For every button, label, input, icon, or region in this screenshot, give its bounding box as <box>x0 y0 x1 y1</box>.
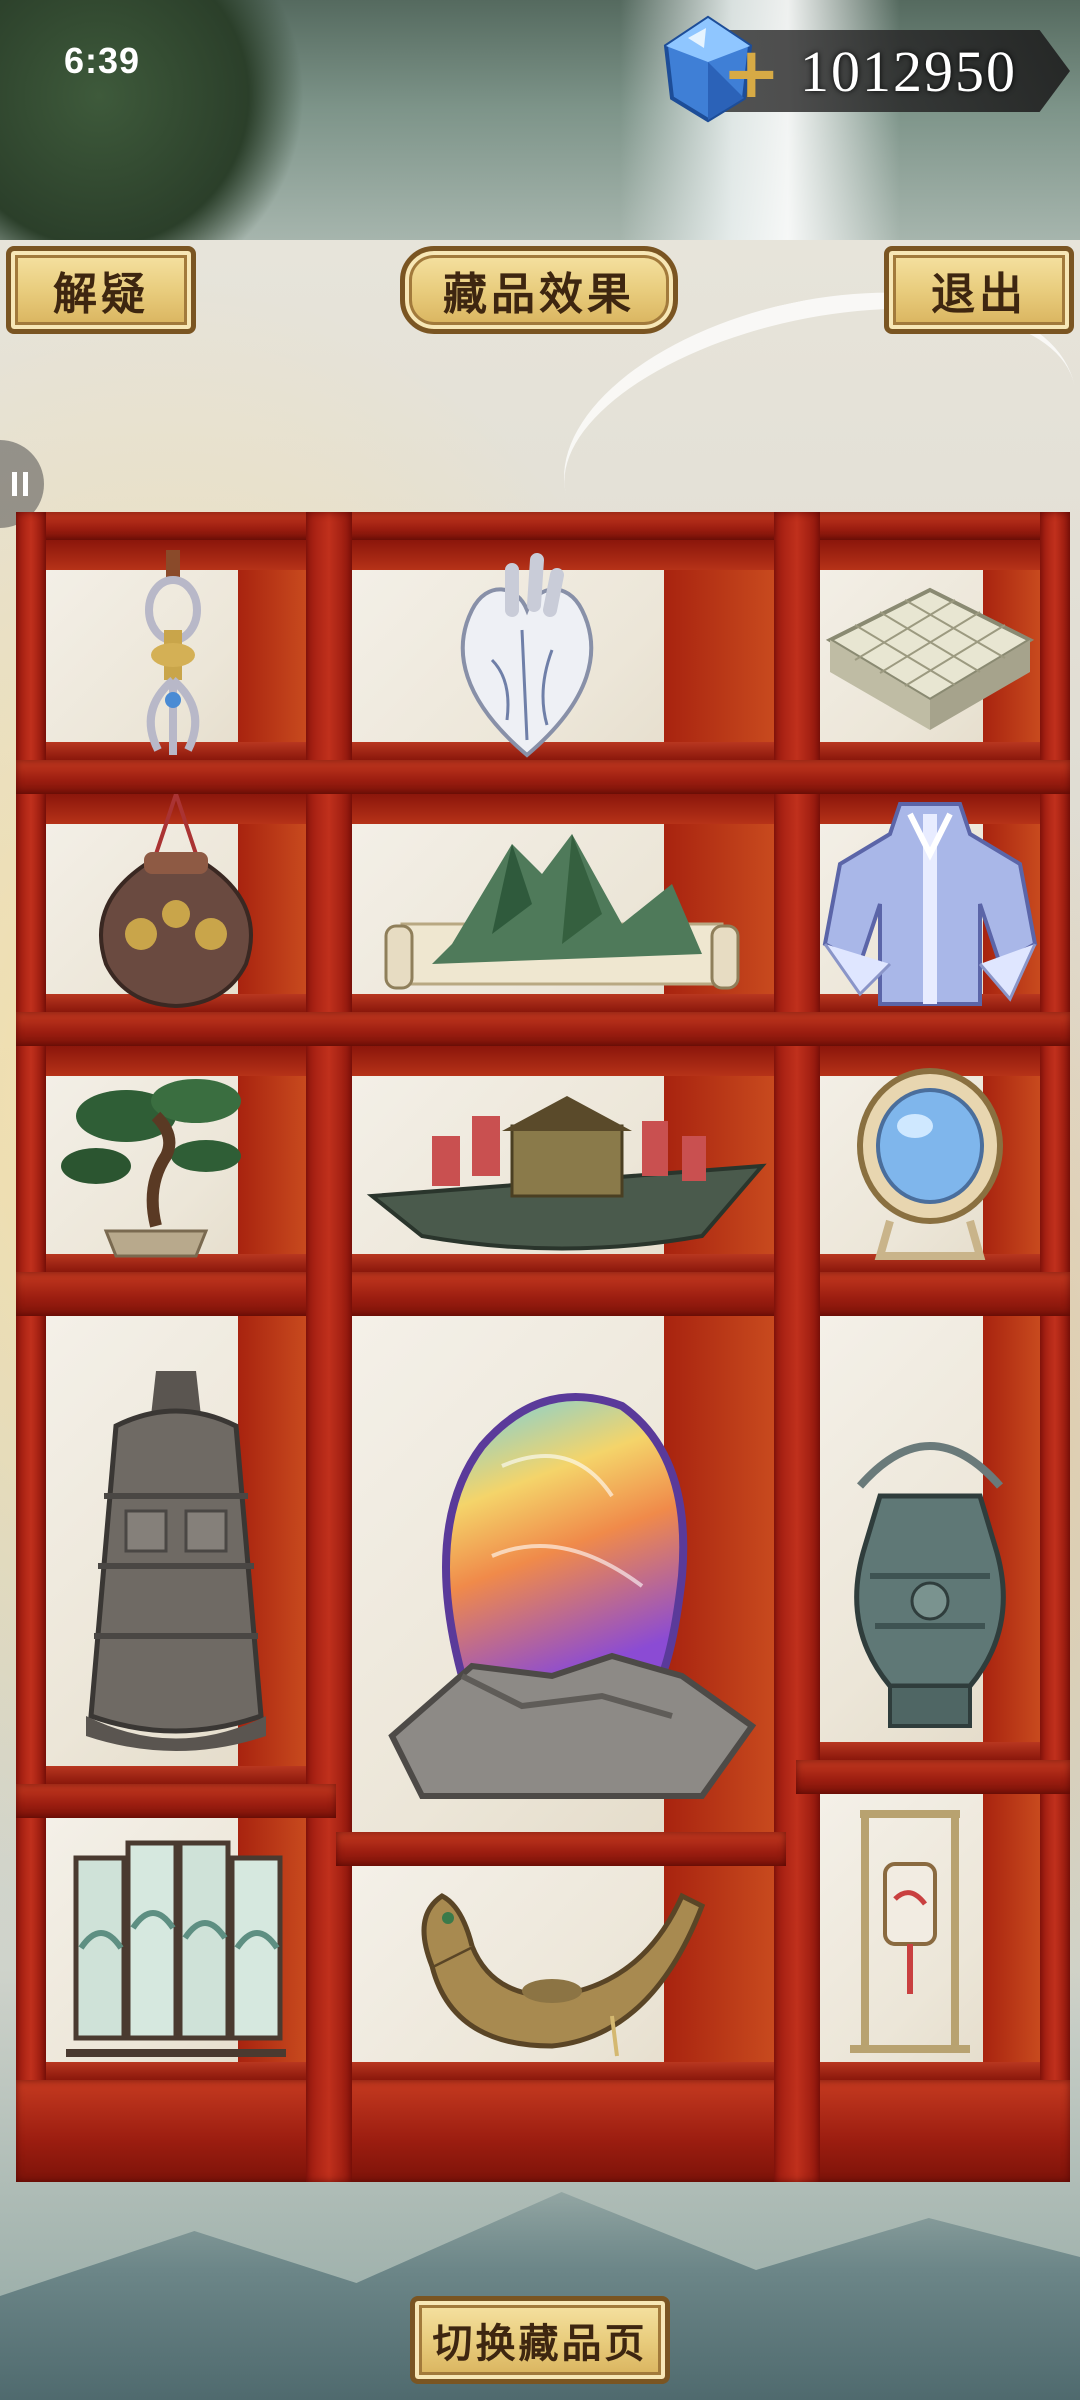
shelf-cell[interactable] <box>46 540 306 760</box>
shelf-cell[interactable] <box>820 1046 1040 1272</box>
shelf-row1 <box>16 760 1070 794</box>
cabinet-middle-rail <box>16 1272 1070 1316</box>
shelf-cell[interactable] <box>352 1316 774 1832</box>
vajra-icon[interactable] <box>118 550 228 760</box>
scroll-icon[interactable] <box>372 814 752 1004</box>
shelf-cell[interactable] <box>352 794 774 1012</box>
robe-icon[interactable] <box>820 794 1040 1012</box>
screen-icon[interactable] <box>56 1828 296 2068</box>
shelf-cell[interactable] <box>820 540 1040 760</box>
shelf-lower-center <box>336 1832 786 1866</box>
currency-value: 1012950 <box>800 39 1017 104</box>
vessel-icon[interactable] <box>820 1426 1040 1746</box>
shelf-lower-left <box>16 1784 336 1818</box>
hint-button[interactable]: 解疑 <box>6 246 196 334</box>
shelf-cell[interactable] <box>46 1046 306 1272</box>
shelf-cell[interactable] <box>820 794 1040 1012</box>
boat-icon[interactable] <box>412 1866 712 2066</box>
shelf-cell[interactable] <box>352 540 774 760</box>
shelf-cell[interactable] <box>352 1866 774 2080</box>
crystal-icon[interactable] <box>352 1376 772 1816</box>
shelf-lower-right <box>796 1760 1070 1794</box>
exit-button[interactable]: 退出 <box>884 246 1074 334</box>
tree-foliage <box>0 0 330 240</box>
shelf-cell[interactable] <box>46 1818 306 2080</box>
pause-icon <box>12 472 28 496</box>
status-time: 6:39 <box>64 40 141 81</box>
heart-icon[interactable] <box>452 550 602 760</box>
cabinet-base <box>16 2080 1070 2182</box>
shelf-cell[interactable] <box>820 1316 1040 1760</box>
go-board-icon[interactable] <box>820 580 1040 750</box>
plus-icon[interactable]: + <box>722 38 781 108</box>
switch-collection-page-button[interactable]: 切换藏品页 <box>410 2296 670 2384</box>
mirror-icon[interactable] <box>830 1056 1030 1266</box>
shelf-cell[interactable] <box>352 1046 774 1272</box>
pouch-icon[interactable] <box>86 794 266 1008</box>
bonsai-icon[interactable] <box>56 1066 256 1266</box>
collection-effect-button[interactable]: 藏品效果 <box>400 246 678 334</box>
shelf-row2 <box>16 1012 1070 1046</box>
lantern-icon[interactable] <box>840 1804 980 2064</box>
ship-icon[interactable] <box>362 1086 772 1266</box>
display-cabinet <box>16 512 1070 2182</box>
cabinet-top-rail <box>16 512 1070 540</box>
switch-page-container: 切换藏品页 <box>410 2296 670 2384</box>
shelf-cell[interactable] <box>46 1316 306 1784</box>
bell-icon[interactable] <box>66 1366 286 1766</box>
shelf-cell[interactable] <box>46 794 306 1012</box>
shelf-cell[interactable] <box>820 1794 1040 2080</box>
